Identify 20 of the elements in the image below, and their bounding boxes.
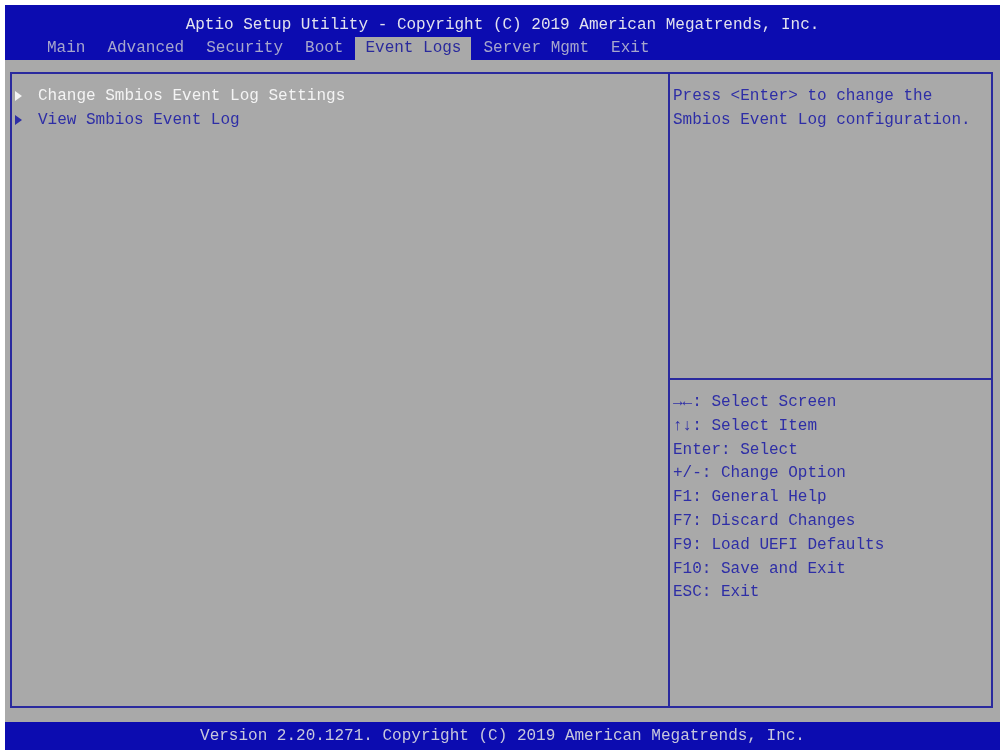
key-help-text: ESC: Exit [673,582,760,604]
menu-item[interactable]: View Smbios Event Log [38,108,240,132]
version-text: Version 2.20.1271. Copyright (C) 2019 American Megatrends, Inc. [200,726,805,747]
menu-tab[interactable]: Boot [295,37,354,60]
key-help-text: +/-: Change Option [673,463,846,485]
key-help-text: F10: Save and Exit [673,558,846,580]
menu-tab[interactable]: Security [196,37,294,60]
menu-tab[interactable]: Advanced [97,37,195,60]
help-text: Press <Enter> to change the Smbios Event Log configuration. [673,86,972,131]
window-title: Aptio Setup Utility - Copyright (C) 2019 American Megatrends, Inc. [184,15,821,36]
menu-tab[interactable]: Server Mgmt [473,37,600,60]
menu-tab[interactable]: Main [37,37,96,60]
key-help-text: Enter: Select [673,439,798,461]
key-help-text: F9: Load UEFI Defaults [673,534,885,556]
key-help-text: F1: General Help [673,487,827,509]
menu-tab[interactable]: Exit [601,37,660,60]
key-help-text: ↑↓: Select Item [673,415,818,437]
key-help-text: →←: Select Screen [673,392,837,413]
menu-tab[interactable]: Event Logs [355,37,472,60]
key-help-text: F7: Discard Changes [673,511,856,532]
